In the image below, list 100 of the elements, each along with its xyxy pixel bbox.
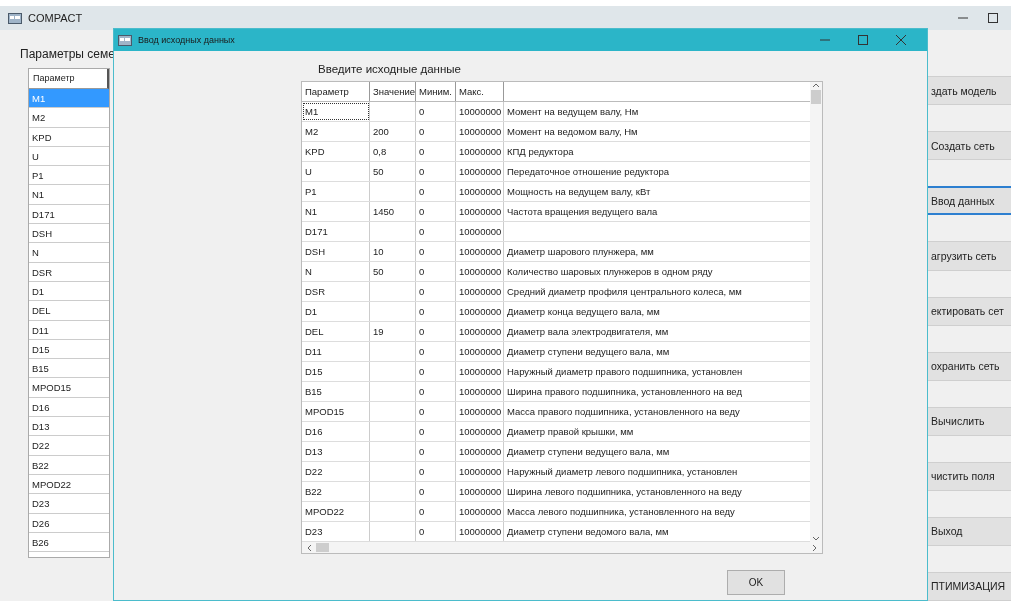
table-cell: 0 [416, 302, 456, 321]
table-cell-text: Мощность на ведущем валу, кВт [506, 185, 652, 199]
table-cell-text: Момент на ведущем валу, Нм [506, 105, 640, 119]
table-cell-text: Частота вращения ведущего вала [506, 205, 659, 219]
table-cell: N [302, 262, 370, 281]
column-header[interactable]: Макс. [456, 82, 504, 101]
table-cell: 10000000 [456, 142, 504, 161]
table-cell: 0 [416, 222, 456, 241]
action-button[interactable]: охранить сеть [928, 351, 1011, 381]
table-cell: D1 [302, 302, 370, 321]
list-row[interactable]: D16 [29, 397, 109, 418]
list-row[interactable]: U [29, 146, 109, 167]
action-button[interactable]: Ввод данных [928, 186, 1011, 216]
list-row[interactable]: D23 [29, 494, 109, 514]
scroll-down-icon[interactable] [812, 536, 820, 542]
table-cell: 10000000 [456, 502, 504, 521]
table-cell-text: Диаметр ступени ведущего вала, мм [506, 445, 671, 459]
scroll-left-icon[interactable] [306, 543, 312, 552]
list-row[interactable]: D15 [29, 339, 109, 360]
close-icon[interactable] [895, 34, 907, 46]
maximize-icon[interactable] [857, 34, 869, 46]
list-row[interactable]: DSH [29, 224, 109, 244]
table-cell: 10000000 [456, 242, 504, 261]
action-button[interactable]: агрузить сеть [928, 241, 1011, 271]
table-cell: 0 [416, 282, 456, 301]
app-icon [8, 12, 22, 24]
table-cell: 0 [416, 122, 456, 141]
list-row[interactable]: D26 [29, 513, 109, 533]
scroll-right-icon[interactable] [812, 543, 818, 552]
ok-button[interactable]: OK [727, 570, 785, 595]
table-cell: D13 [302, 442, 370, 461]
list-row[interactable]: DEL [29, 301, 109, 321]
action-button[interactable]: ПТИМИЗАЦИЯ [928, 571, 1011, 601]
table-cell: MPOD22 [302, 502, 370, 521]
table-cell: D22 [302, 462, 370, 481]
list-row[interactable]: D171 [29, 204, 109, 225]
table-cell: 0 [416, 162, 456, 181]
dialog-title: Ввод исходных данных [138, 35, 235, 45]
list-row[interactable]: MPOD22 [29, 474, 109, 495]
table-cell: 0 [416, 362, 456, 381]
maximize-icon[interactable] [987, 12, 999, 24]
table-cell: 10000000 [456, 222, 504, 241]
value-cell[interactable]: 10 [370, 242, 416, 261]
table-cell: D15 [302, 362, 370, 381]
column-header[interactable]: Значение [370, 82, 416, 101]
column-header[interactable]: Параметр [302, 82, 370, 101]
table-cell-text: Ширина правого подшипника, установленного на вед [506, 385, 743, 399]
table-cell: B15 [302, 382, 370, 401]
list-row[interactable]: D1 [29, 281, 109, 302]
list-row[interactable]: DSR [29, 262, 109, 282]
table-cell: B22 [302, 482, 370, 501]
table-cell: DSR [302, 282, 370, 301]
table-cell: 10000000 [456, 482, 504, 501]
value-cell[interactable]: 0,8 [370, 142, 416, 161]
list-row[interactable]: D13 [29, 417, 109, 437]
value-cell[interactable]: 19 [370, 322, 416, 341]
table-cell: 0 [416, 442, 456, 461]
list-row[interactable]: KPD [29, 127, 109, 147]
list-row[interactable]: D11 [29, 320, 109, 340]
list-row[interactable]: B26 [29, 532, 109, 553]
window-title: COMPACT [28, 12, 83, 24]
value-cell[interactable]: 200 [370, 122, 416, 141]
list-row[interactable]: M2 [29, 108, 109, 128]
table-cell: N1 [302, 202, 370, 221]
value-cell[interactable]: 1450 [370, 202, 416, 221]
table-cell: 10000000 [456, 282, 504, 301]
table-cell-text: Диаметр шарового плунжера, мм [506, 245, 655, 259]
table-cell: 10000000 [456, 522, 504, 541]
action-button[interactable]: чистить поля [928, 461, 1011, 491]
table-cell: D11 [302, 342, 370, 361]
table-cell: 0 [416, 402, 456, 421]
scrollbar-thumb[interactable] [316, 543, 329, 552]
action-button[interactable]: Создать сеть [928, 131, 1011, 161]
action-button[interactable]: здать модель [928, 76, 1011, 106]
list-row[interactable]: N [29, 243, 109, 263]
scroll-up-icon[interactable] [812, 82, 820, 88]
table-cell: 0 [416, 422, 456, 441]
action-button[interactable]: ектировать сет [928, 296, 1011, 326]
table-cell: D23 [302, 522, 370, 541]
list-row[interactable]: D22 [29, 436, 109, 456]
table-cell-text: Наружный диаметр правого подшипника, установлен [506, 365, 744, 379]
table-cell: 10000000 [456, 402, 504, 421]
table-cell-text: Диаметр конца ведущего вала, мм [506, 305, 661, 319]
action-button[interactable]: Выход [928, 516, 1011, 546]
list-row[interactable]: MPOD15 [29, 378, 109, 398]
list-row[interactable]: B22 [29, 455, 109, 475]
column-header[interactable]: Параметр [29, 69, 109, 89]
table-cell-text: Масса правого подшипника, установленного на веду [506, 405, 741, 419]
scrollbar-thumb[interactable] [811, 90, 821, 104]
column-header[interactable]: Миним. [416, 82, 456, 101]
table-cell: 0 [416, 182, 456, 201]
value-cell[interactable]: 50 [370, 162, 416, 181]
list-row[interactable]: N1 [29, 185, 109, 205]
table-cell: 0 [416, 522, 456, 541]
value-cell[interactable]: 50 [370, 262, 416, 281]
list-row[interactable]: B15 [29, 359, 109, 379]
action-button[interactable]: Вычислить [928, 406, 1011, 436]
list-row[interactable]: P1 [29, 166, 109, 186]
table-cell: 0 [416, 482, 456, 501]
table-cell-text: Передаточное отношение редуктора [506, 165, 671, 179]
